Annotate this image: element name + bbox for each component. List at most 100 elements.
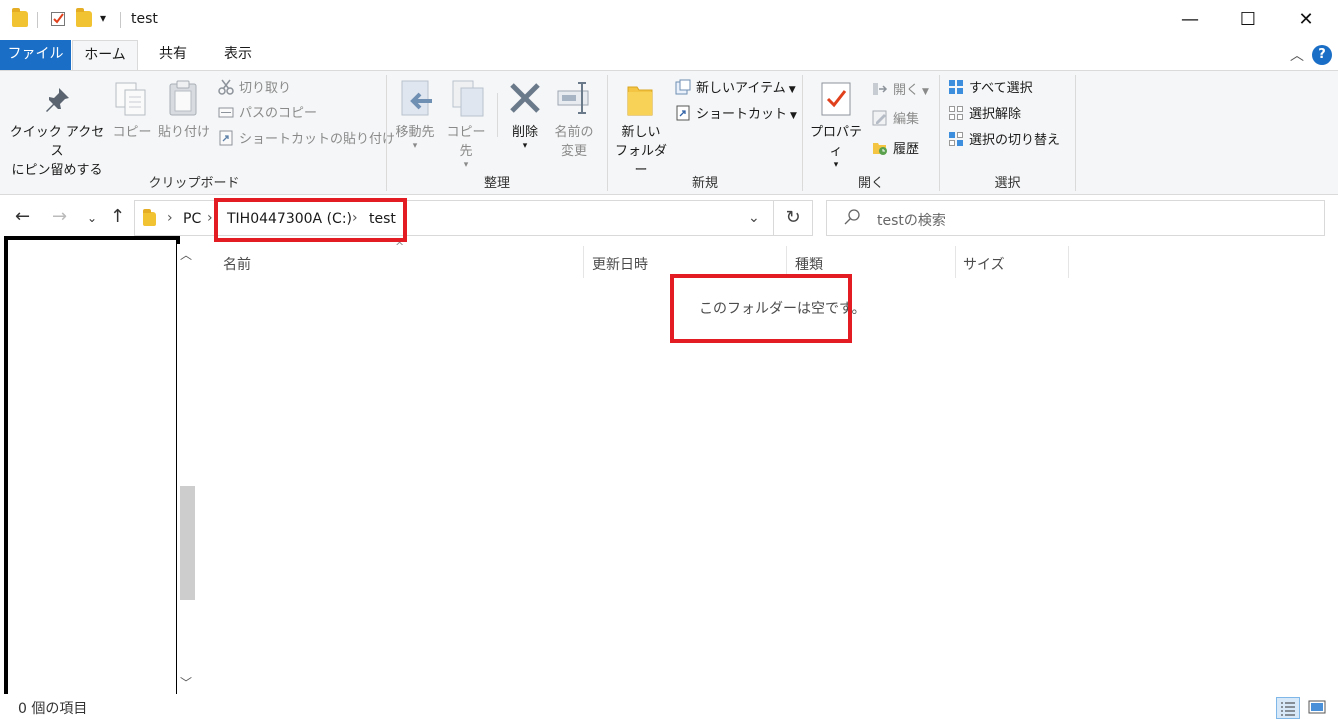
shortcut-button[interactable]: ショートカット ▼ [675,104,797,126]
new-folder-quick-icon[interactable] [76,8,92,27]
paste-shortcut-button[interactable]: ショートカットの貼り付け [218,129,395,151]
column-header-date-modified[interactable]: 更新日時 [592,254,648,274]
up-arrow-icon[interactable]: ↑ [110,206,125,227]
help-icon[interactable]: ? [1312,45,1332,65]
edit-label: 編集 [893,112,920,127]
new-item-button[interactable]: 新しいアイテム ▼ [675,78,796,100]
breadcrumb-pc[interactable]: PC [183,211,201,227]
forward-arrow-icon[interactable]: → [52,206,67,227]
recent-locations-chevron-icon[interactable]: ⌄ [87,211,97,225]
invert-selection-button[interactable]: 選択の切り替え [948,130,1060,152]
tab-share[interactable]: 共有 [143,40,203,70]
cut-button[interactable]: 切り取り [218,78,291,100]
copy-path-button[interactable]: パスのコピー [218,103,317,125]
tab-view[interactable]: 表示 [208,40,268,70]
pin-icon [42,85,72,119]
scroll-up-icon[interactable]: ︿ [180,246,192,263]
select-all-button[interactable]: すべて選択 [948,78,1033,100]
group-label-clipboard: クリップボード [148,176,240,191]
column-header-type[interactable]: 種類 [795,254,823,274]
new-folder-icon [626,81,654,121]
details-view-icon[interactable] [1276,697,1300,719]
copy-icon [114,81,148,121]
select-none-icon [948,105,964,121]
move-to-button[interactable]: 移動先 ▾ [390,123,440,151]
tab-home[interactable]: ホーム [72,40,138,71]
copy-button[interactable]: コピー [112,123,152,142]
scroll-thumb[interactable] [180,486,195,600]
copy-to-button[interactable]: コピー先 ▾ [441,123,491,170]
sort-ascending-icon: ^ [395,240,405,253]
edit-button[interactable]: 編集 [872,109,919,131]
search-input[interactable]: testの検索 [826,200,1325,236]
delete-button[interactable]: 削除 ▾ [503,123,547,151]
new-folder-label-1: 新しい [621,125,661,140]
scroll-down-icon[interactable]: ﹀ [180,674,192,691]
annotation-highlight-address [214,198,407,242]
group-label-organize: 整理 [483,176,510,191]
properties-icon [820,81,852,121]
column-divider[interactable] [955,246,956,278]
address-dropdown-icon[interactable]: ⌄ [748,210,760,226]
search-icon [843,208,861,230]
item-count: 0 個の項目 [18,701,88,717]
refresh-icon[interactable]: ↻ [773,200,813,236]
select-all-icon [948,79,964,95]
paste-button[interactable]: 貼り付け [156,123,212,142]
history-button[interactable]: 履歴 [872,139,919,161]
properties-quick-icon[interactable] [50,11,66,27]
shortcut-dropdown-icon: ▼ [790,111,797,121]
rename-label-2: 変更 [560,144,587,159]
collapse-ribbon-icon[interactable]: ︿ [1290,45,1304,65]
group-label-new: 新規 [691,176,718,191]
tab-file[interactable]: ファイル [0,40,71,70]
close-button[interactable]: ✕ [1276,0,1336,40]
copy-to-icon [450,79,486,123]
select-all-label: すべて選択 [969,81,1033,96]
select-none-button[interactable]: 選択解除 [948,104,1021,126]
history-icon [872,140,888,156]
new-item-label: 新しいアイテム [696,81,786,96]
column-header-name[interactable]: 名前 [223,254,251,274]
column-header-size[interactable]: サイズ [963,254,1005,274]
edit-icon [872,110,888,126]
delete-icon [508,81,542,119]
pin-quick-access-button[interactable]: クイック アクセス にピン留めする [6,123,108,180]
redaction-box [4,236,180,698]
copy-path-label: パスのコピー [239,106,318,121]
maximize-button[interactable]: ☐ [1218,0,1278,40]
invert-selection-icon [948,131,964,147]
column-divider[interactable] [1068,246,1069,278]
move-to-dropdown-icon: ▾ [412,141,418,151]
rename-label-1: 名前の [554,125,594,140]
group-divider [802,75,803,191]
divider [37,12,38,28]
title-bar: ▾ test — ☐ ✕ [0,0,1338,40]
column-divider[interactable] [583,246,584,278]
minimize-button[interactable]: — [1160,0,1220,40]
folder-icon [143,209,156,226]
delete-label: 削除 [511,125,538,140]
open-button[interactable]: 開く ▼ [872,80,929,102]
large-icons-view-icon[interactable] [1306,697,1330,719]
copy-to-dropdown-icon: ▾ [463,160,469,170]
pin-label-1: クイック アクセス [9,125,105,159]
new-item-dropdown-icon: ▼ [788,85,796,95]
properties-dropdown-icon: ▾ [833,160,839,170]
rename-button[interactable]: 名前の 変更 [549,123,599,161]
pin-label-2: にピン留めする [11,163,103,178]
group-divider [939,75,940,191]
quick-access-dropdown[interactable]: ▾ [100,11,106,25]
breadcrumb-chevron-icon[interactable]: › [167,210,173,226]
open-icon [872,81,888,97]
breadcrumb-chevron-icon[interactable]: › [207,210,213,226]
status-bar: 0 個の項目 [0,694,1338,723]
properties-button[interactable]: プロパティ ▾ [806,123,866,170]
open-dropdown-icon: ▼ [922,87,929,97]
navigation-scrollbar[interactable]: ︿ ﹀ [177,244,195,694]
search-placeholder: testの検索 [877,213,946,229]
back-arrow-icon[interactable]: ← [15,206,30,227]
cut-label: 切り取り [239,81,292,96]
open-label: 開く [893,83,920,98]
navigation-row: ← → ⌄ ↑ › PC › TIH0447300A (C:) › test ⌄… [0,196,1338,242]
